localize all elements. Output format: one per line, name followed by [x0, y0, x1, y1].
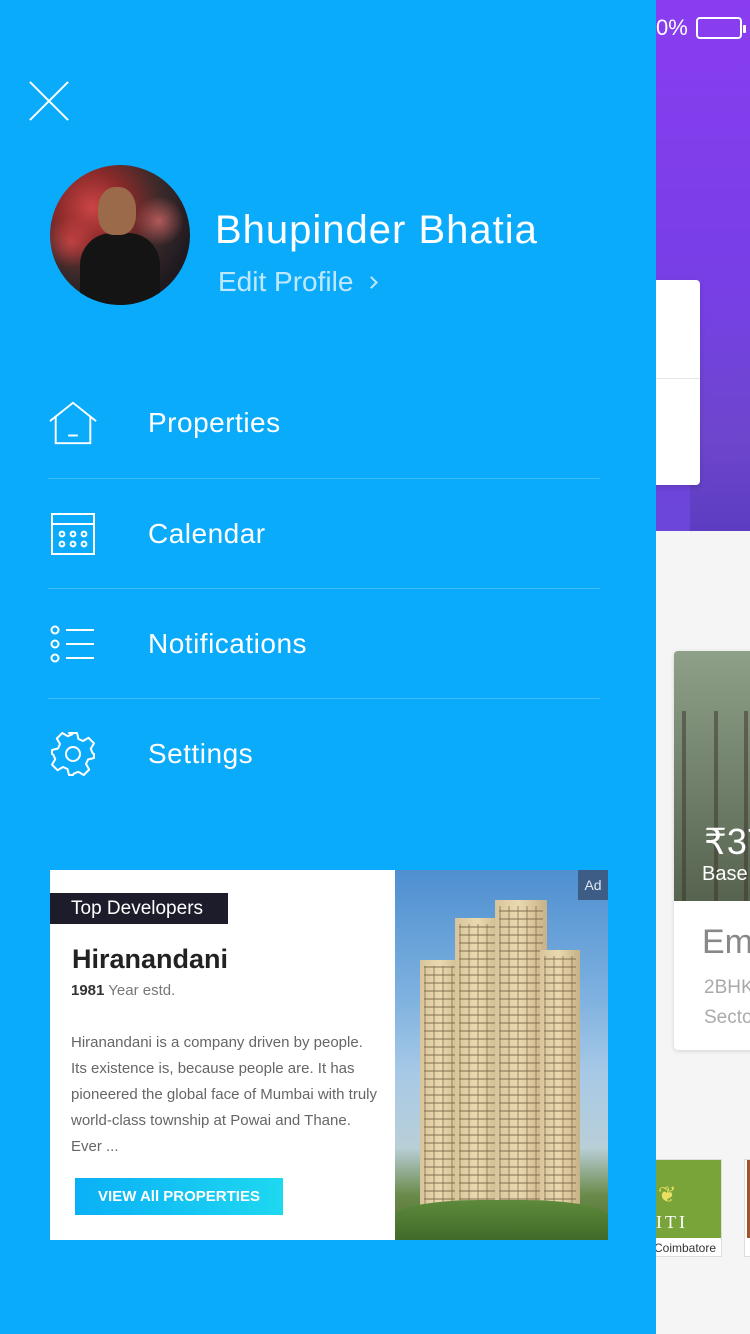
property-location: Secto — [704, 1007, 750, 1028]
property-card[interactable]: ₹37 Base Em 2BHK Secto — [674, 651, 750, 1050]
chevron-right-icon — [365, 275, 379, 289]
property-config: 2BHK — [704, 977, 750, 998]
ad-description: Hiranandani is a company driven by peopl… — [71, 1034, 378, 1155]
navigation-drawer: Bhupinder Bhatia Edit Profile Properties… — [0, 0, 656, 1334]
edit-profile-label: Edit Profile — [218, 266, 354, 297]
battery-icon — [695, 17, 746, 39]
battery-percentage: 0% — [656, 15, 688, 40]
developer-tile[interactable]: ❦ ITI Coimbatore — [645, 1159, 722, 1257]
avatar[interactable] — [50, 165, 190, 305]
view-all-properties-button[interactable]: VIEW All PROPERTIES — [75, 1178, 283, 1215]
developer-logo: ❦ ITI — [646, 1160, 721, 1238]
list-icon — [48, 619, 98, 669]
leaf-icon: ❦ — [658, 1182, 677, 1207]
ad-badge: Ad — [578, 870, 608, 900]
ad-established-year: 1981 Year estd. — [71, 982, 175, 999]
ad-developer-name: Hiranandani — [72, 944, 229, 974]
user-name: Bhupinder Bhatia — [215, 208, 538, 252]
developer-city: Coimbatore — [654, 1241, 717, 1255]
ad-year-value: 1981 — [71, 982, 105, 999]
developer-tile[interactable] — [744, 1159, 750, 1257]
ad-card[interactable]: Top Developers Hiranandani 1981 Year est… — [50, 870, 608, 1240]
property-price-caption: Base — [702, 863, 748, 885]
gear-icon — [48, 729, 98, 779]
drawer-menu: Properties Calendar Notifications Settin… — [48, 368, 600, 808]
menu-label: Settings — [148, 737, 254, 769]
menu-label: Properties — [148, 407, 281, 438]
close-icon[interactable] — [28, 80, 70, 122]
ad-building-image: Ad — [395, 870, 608, 1240]
calendar-icon — [48, 509, 98, 559]
edit-profile-link[interactable]: Edit Profile — [218, 266, 379, 298]
menu-item-calendar[interactable]: Calendar — [48, 478, 600, 588]
menu-item-settings[interactable]: Settings — [48, 698, 600, 808]
menu-label: Notifications — [148, 627, 308, 659]
property-price: ₹37 — [704, 821, 750, 862]
developer-logo-name: ITI — [656, 1212, 688, 1232]
menu-item-properties[interactable]: Properties — [48, 368, 600, 478]
ad-year-suffix: Year estd. — [108, 982, 176, 999]
home-icon — [48, 398, 98, 448]
status-bar: 0% — [656, 14, 746, 42]
ad-category-tag: Top Developers — [50, 893, 228, 924]
menu-label: Calendar — [148, 517, 266, 549]
property-title: Em — [702, 923, 750, 961]
menu-item-notifications[interactable]: Notifications — [48, 588, 600, 698]
